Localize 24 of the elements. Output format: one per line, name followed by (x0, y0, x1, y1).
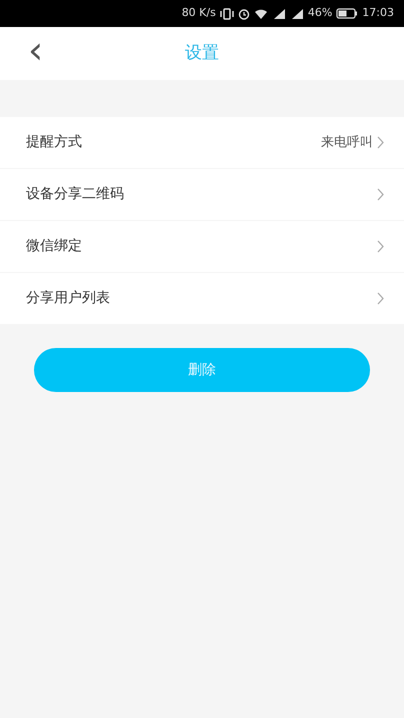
vibrate-icon (220, 8, 234, 20)
chevron-right-icon (377, 292, 384, 305)
row-value: 来电呼叫 (321, 134, 373, 152)
battery-icon (336, 8, 358, 19)
row-label: 提醒方式 (26, 133, 83, 152)
row-label: 设备分享二维码 (26, 185, 125, 204)
chevron-right-icon (377, 188, 384, 201)
settings-row[interactable]: 分享用户列表 (0, 273, 404, 324)
battery-level: 46% (308, 5, 332, 22)
chevron-right-icon (377, 240, 384, 253)
signal-icon (272, 8, 286, 20)
network-speed: 80 K/s (182, 5, 216, 22)
row-label: 分享用户列表 (26, 289, 111, 308)
settings-row[interactable]: 微信绑定 (0, 221, 404, 272)
row-label: 微信绑定 (26, 237, 83, 256)
settings-row[interactable]: 提醒方式 来电呼叫 (0, 117, 404, 168)
alarm-icon (238, 8, 250, 20)
chevron-right-icon (377, 136, 384, 149)
clock: 17:03 (362, 5, 394, 22)
signal-icon (290, 8, 304, 20)
wifi-icon (254, 8, 268, 20)
page-title: 设置 (185, 42, 219, 65)
back-button[interactable]: ‹ (24, 31, 48, 69)
settings-row[interactable]: 设备分享二维码 (0, 169, 404, 220)
